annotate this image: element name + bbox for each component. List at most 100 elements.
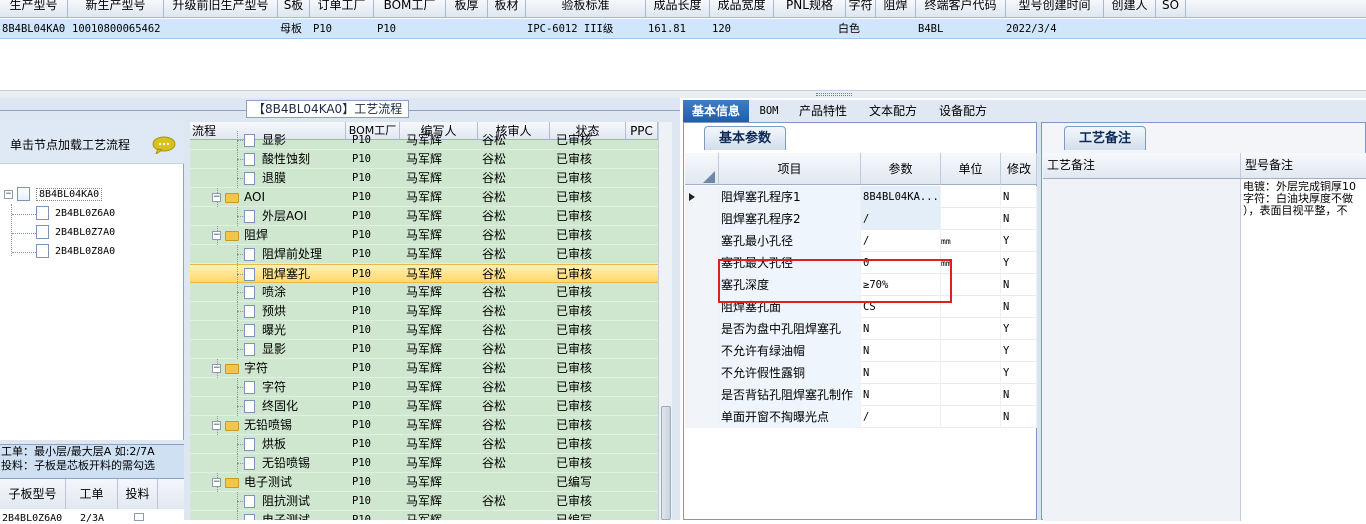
cell-modify[interactable]: Y (1001, 252, 1037, 274)
col-header-so[interactable]: SO (1156, 0, 1186, 18)
col-header-order[interactable]: 工单 (66, 479, 118, 509)
col-header-feed[interactable]: 投料 (118, 479, 158, 509)
table-row[interactable]: 阻焊前处理 P10 马军辉 谷松 已审核 (190, 245, 658, 264)
row-indicator[interactable] (685, 186, 719, 208)
cell-value[interactable]: / (861, 208, 941, 230)
col-header-new-model[interactable]: 新生产型号 (68, 0, 164, 18)
row-indicator[interactable] (685, 384, 719, 406)
collapse-icon[interactable]: − (212, 421, 221, 430)
col-header-production-model[interactable]: 生产型号 (0, 0, 68, 18)
cell-value[interactable]: N (861, 384, 941, 406)
table-row[interactable]: 阻焊塞孔 P10 马军辉 谷松 已审核 (190, 264, 658, 284)
tree-root-node[interactable]: − 8B4BL04KA0 (4, 186, 103, 204)
col-header-bom-factory[interactable]: BOM工厂 (374, 0, 446, 18)
col-header-standard[interactable]: 验板标准 (526, 0, 646, 18)
cell-value[interactable]: N (861, 340, 941, 362)
row-indicator[interactable] (685, 318, 719, 340)
model-note-cell[interactable]: 电镀：外层完成铜厚10 字符：白油块厚度不做 ），表面目视平整，不 (1243, 181, 1366, 217)
collapse-icon[interactable]: − (212, 478, 221, 487)
cell-modify[interactable]: Y (1001, 230, 1037, 252)
table-row[interactable]: 烘板 P10 马军辉 谷松 已审核 (190, 435, 658, 454)
row-indicator[interactable] (685, 252, 719, 274)
tab-text-recipe[interactable]: 文本配方 (861, 100, 925, 122)
cell-modify[interactable]: Y (1001, 362, 1037, 384)
table-row[interactable]: 喷涂 P10 马军辉 谷松 已审核 (190, 283, 658, 302)
table-row[interactable]: − 字符 P10 马军辉 谷松 已审核 (190, 359, 658, 378)
col-header-creator[interactable]: 创建人 (1104, 0, 1156, 18)
table-row[interactable]: 字符 P10 马军辉 谷松 已审核 (190, 378, 658, 397)
subtab-process-note[interactable]: 工艺备注 (1064, 126, 1147, 150)
col-header-process-note[interactable]: 工艺备注 (1043, 153, 1241, 179)
row-indicator[interactable] (685, 340, 719, 362)
row-indicator[interactable] (685, 296, 719, 318)
col-header-width[interactable]: 成品宽度 (710, 0, 774, 18)
col-header-sub-model[interactable]: 子板型号 (0, 479, 66, 509)
col-header-pnl[interactable]: PNL规格 (774, 0, 846, 18)
tree-child-node[interactable]: 2B4BL0Z8A0 (36, 243, 115, 261)
table-row[interactable]: 无铅喷锡 P10 马军辉 谷松 已审核 (190, 454, 658, 473)
subtab-basic-params[interactable]: 基本参数 (704, 126, 787, 150)
table-row[interactable]: 阻焊塞孔程序1 8B4BL04KA... N (685, 186, 1037, 208)
tree-child-node[interactable]: 2B4BL0Z6A0 (36, 205, 115, 223)
cell-modify[interactable]: N (1001, 208, 1037, 230)
cell-modify[interactable]: N (1001, 406, 1037, 428)
tab-equipment-recipe[interactable]: 设备配方 (931, 100, 995, 122)
row-indicator[interactable] (685, 274, 719, 296)
table-row[interactable]: 单面开窗不掏曝光点 / N (685, 406, 1037, 428)
tree-child-node[interactable]: 2B4BL0Z7A0 (36, 224, 115, 242)
table-row[interactable]: 电子测试 P10 马军辉 已编写 (190, 511, 658, 520)
cell-modify[interactable]: N (1001, 384, 1037, 406)
cell-modify[interactable]: Y (1001, 340, 1037, 362)
table-row[interactable]: 塞孔最小孔径 / mm Y (685, 230, 1037, 252)
col-header-thickness[interactable]: 板厚 (446, 0, 488, 18)
col-header-s-board[interactable]: S板 (278, 0, 310, 18)
table-row[interactable]: 是否为盘中孔阻焊塞孔 N Y (685, 318, 1037, 340)
cell-modify[interactable]: Y (1001, 318, 1037, 340)
col-header-order-factory[interactable]: 订单工厂 (310, 0, 374, 18)
tab-basic-info[interactable]: 基本信息 (683, 100, 749, 122)
table-row[interactable]: 外层AOI P10 马军辉 谷松 已审核 (190, 207, 658, 226)
process-note-cell[interactable] (1043, 179, 1241, 521)
table-row[interactable]: 不允许假性露铜 N Y (685, 362, 1037, 384)
table-row[interactable]: 预烘 P10 马军辉 谷松 已审核 (190, 302, 658, 321)
col-header-model-note[interactable]: 型号备注 (1241, 153, 1366, 179)
cell-modify[interactable]: N (1001, 274, 1037, 296)
cell-modify[interactable]: N (1001, 296, 1037, 318)
scrollbar-thumb[interactable] (661, 406, 671, 520)
collapse-icon[interactable]: − (4, 189, 13, 199)
flow-scrollbar[interactable] (658, 122, 672, 520)
collapse-icon[interactable]: − (212, 231, 221, 240)
row-indicator[interactable] (685, 362, 719, 384)
table-row[interactable]: 显影 P10 马军辉 谷松 已审核 (190, 340, 658, 359)
cell-modify[interactable]: N (1001, 186, 1037, 208)
cell-value[interactable]: N (861, 318, 941, 340)
table-row[interactable]: − 电子测试 P10 马军辉 已编写 (190, 473, 658, 492)
table-row[interactable]: 8B4BL04KA0 10010800065462 母板 P10 P10 IPC… (0, 19, 1366, 39)
table-row[interactable]: 不允许有绿油帽 N Y (685, 340, 1037, 362)
table-row[interactable]: − AOI P10 马军辉 谷松 已审核 (190, 188, 658, 207)
horizontal-splitter[interactable] (0, 90, 1366, 98)
table-row[interactable]: 显影 P10 马军辉 谷松 已审核 (190, 131, 658, 150)
tab-bom[interactable]: BOM (753, 100, 785, 122)
tab-product-features[interactable]: 产品特性 (791, 100, 855, 122)
cell-value[interactable]: / (861, 406, 941, 428)
table-row[interactable]: 酸性蚀刻 P10 马军辉 谷松 已审核 (190, 150, 658, 169)
row-indicator[interactable] (685, 208, 719, 230)
col-header-item[interactable]: 项目 (719, 153, 861, 185)
cell-value[interactable]: N (861, 362, 941, 384)
table-row[interactable]: 2B4BL0Z6A0 2/3A (0, 511, 184, 524)
cell-value[interactable]: 8B4BL04KA... (861, 186, 941, 208)
row-indicator[interactable] (685, 406, 719, 428)
col-header-old-model[interactable]: 升级前旧生产型号 (164, 0, 278, 18)
collapse-icon[interactable]: − (212, 193, 221, 202)
col-header-modify[interactable]: 修改 (1001, 153, 1037, 185)
col-header-material[interactable]: 板材 (488, 0, 526, 18)
table-row[interactable]: − 阻焊 P10 马军辉 谷松 已审核 (190, 226, 658, 245)
col-header-created[interactable]: 型号创建时间 (1006, 0, 1104, 18)
splitter-grip-icon[interactable] (816, 93, 852, 96)
col-header-char[interactable]: 字符 (846, 0, 876, 18)
cell-value[interactable]: / (861, 230, 941, 252)
table-row[interactable]: 终固化 P10 马军辉 谷松 已审核 (190, 397, 658, 416)
col-header-solder[interactable]: 阻焊 (876, 0, 916, 18)
col-header-value[interactable]: 参数 (861, 153, 941, 185)
